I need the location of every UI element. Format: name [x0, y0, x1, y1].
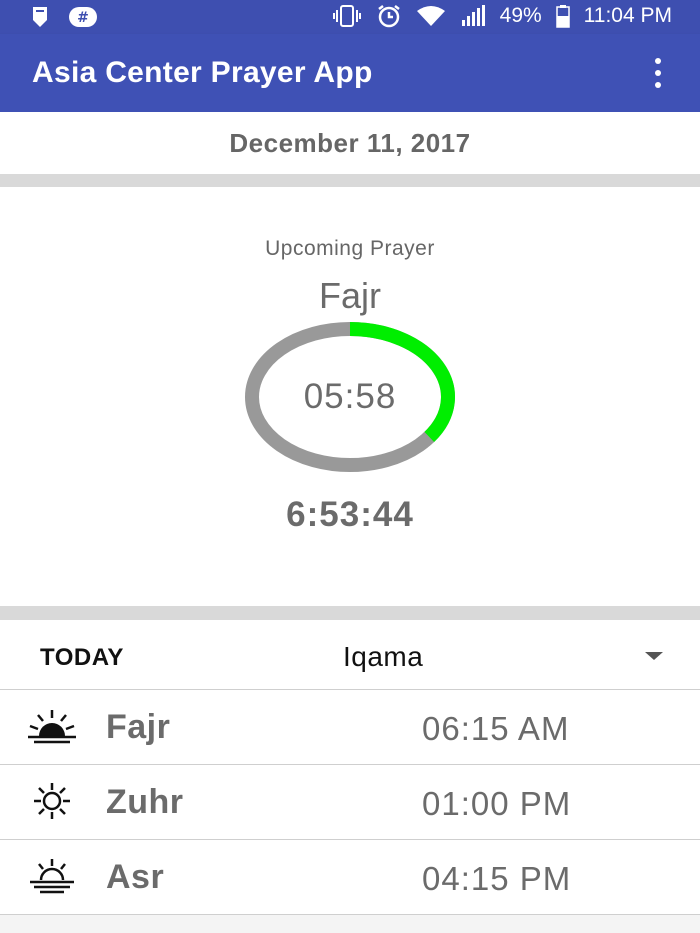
bottom-area — [0, 915, 700, 933]
battery-percent: 49% — [499, 4, 542, 27]
upcoming-prayer-card: Upcoming Prayer Fajr 05:58 6:53:44 — [0, 187, 700, 606]
more-vert-icon[interactable] — [646, 58, 670, 88]
time-mode-value: Iqama — [343, 641, 424, 672]
app-title: Asia Center Prayer App — [32, 56, 373, 89]
sun-icon — [34, 783, 70, 819]
today-header: TODAY Iqama — [0, 620, 700, 690]
prayer-time: 01:00 PM — [422, 785, 572, 822]
upcoming-prayer-name: Fajr — [319, 275, 381, 316]
prayer-name: Asr — [106, 858, 165, 896]
prayer-row-fajr: Fajr 06:15 AM — [0, 690, 700, 765]
upcoming-label: Upcoming Prayer — [265, 237, 435, 260]
prayer-row-zuhr: Zuhr 01:00 PM — [0, 765, 700, 840]
sunset-icon — [30, 859, 74, 894]
upcoming-prayer-time: 05:58 — [303, 377, 397, 416]
battery-icon — [555, 4, 570, 28]
date-header: December 11, 2017 — [0, 112, 700, 174]
countdown-timer: 6:53:44 — [286, 495, 414, 534]
app-bar: Asia Center Prayer App — [0, 34, 700, 112]
time-mode-select[interactable]: Iqama — [330, 620, 700, 690]
prayer-time: 06:15 AM — [422, 710, 570, 747]
status-bar: # 49% 11:04 PM — [0, 0, 700, 34]
divider — [0, 606, 700, 620]
prayer-time: 04:15 PM — [422, 860, 572, 897]
vibrate-icon — [332, 4, 362, 28]
sunrise-icon — [28, 710, 76, 744]
slack-icon: # — [68, 5, 98, 29]
prayer-name: Fajr — [106, 708, 171, 746]
notification-icon — [32, 5, 48, 29]
divider — [0, 174, 700, 187]
wifi-icon — [416, 4, 446, 28]
signal-icon — [460, 4, 486, 28]
dropdown-caret-icon — [645, 652, 663, 660]
prayer-name: Zuhr — [106, 783, 184, 821]
prayer-list: Fajr 06:15 AM Zuhr 01:00 PM Asr 04:15 PM — [0, 690, 700, 915]
current-date: December 11, 2017 — [229, 128, 471, 158]
svg-text:#: # — [77, 10, 89, 26]
alarm-icon — [376, 4, 402, 28]
prayer-row-asr: Asr 04:15 PM — [0, 840, 700, 915]
today-label: TODAY — [40, 644, 124, 671]
clock: 11:04 PM — [583, 4, 672, 27]
